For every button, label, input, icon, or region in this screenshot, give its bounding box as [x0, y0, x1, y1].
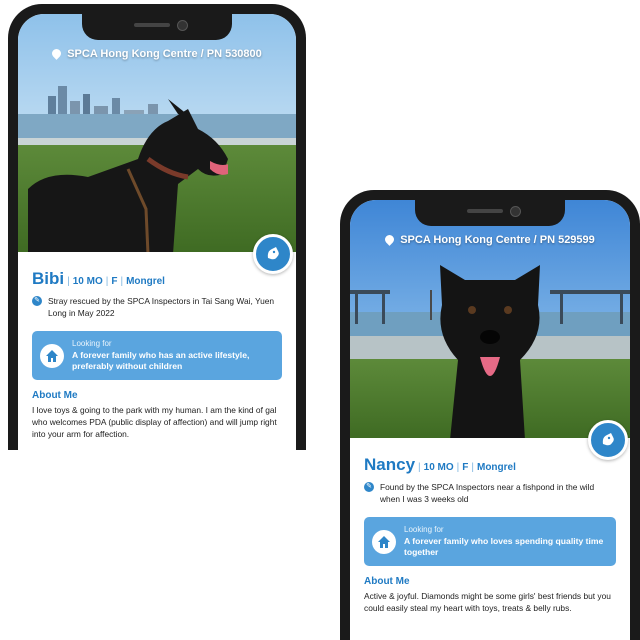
dog-badge-icon[interactable]	[588, 420, 628, 460]
about-text: I love toys & going to the park with my …	[32, 405, 277, 439]
phone-notch	[82, 14, 232, 40]
looking-for-label: Looking for	[404, 525, 444, 534]
location-pin-icon	[50, 47, 64, 60]
looking-for-text: A forever family who has an active lifes…	[72, 350, 250, 371]
profile-info-nancy: Nancy | 10 MO | F | Mongrel ✎ Found by the SPC…	[350, 455, 630, 614]
location-pin-icon	[383, 233, 397, 246]
looking-for-panel: Looking for A forever family who loves s…	[364, 517, 616, 566]
dog-photo-nancy: SPCA Hong Kong Centre / PN 529599	[350, 200, 630, 438]
screen-nancy: SPCA Hong Kong Centre / PN 529599 Nancy |…	[350, 200, 630, 640]
phone-notch	[415, 200, 565, 226]
dog-photo-bibi: SPCA Hong Kong Centre / PN 530800	[18, 14, 296, 252]
about-text: Active & joyful. Diamonds might be some …	[364, 591, 611, 613]
dog-sex: F	[111, 276, 118, 287]
rescue-info: ✎ Found by the SPCA Inspectors near a fi…	[364, 481, 616, 505]
dog-badge-icon[interactable]	[253, 234, 293, 274]
dog-age: 10 MO	[423, 462, 454, 473]
rescue-info: ✎ Stray rescued by the SPCA Inspectors i…	[32, 295, 282, 319]
location-text: SPCA Hong Kong Centre / PN 529599	[400, 234, 595, 246]
dog-nancy-image	[440, 265, 540, 438]
rescue-text: Stray rescued by the SPCA Inspectors in …	[48, 296, 275, 318]
phone-frame-nancy: SPCA Hong Kong Centre / PN 529599 Nancy |…	[340, 190, 640, 640]
looking-for-label: Looking for	[72, 339, 112, 348]
looking-for-panel: Looking for A forever family who has an …	[32, 331, 282, 380]
about-heading: About Me	[32, 390, 78, 401]
profile-info-bibi: Bibi | 10 MO | F | Mongrel ✎ Stray rescued by …	[18, 269, 296, 440]
dog-name: Bibi	[32, 269, 65, 288]
name-line: Bibi | 10 MO | F | Mongrel	[32, 269, 165, 288]
dog-breed: Mongrel	[126, 276, 165, 287]
rescue-info-icon: ✎	[364, 482, 374, 492]
rescue-text: Found by the SPCA Inspectors near a fish…	[380, 482, 595, 504]
rescue-info-icon: ✎	[32, 296, 42, 306]
dog-age: 10 MO	[72, 276, 103, 287]
dog-name: Nancy	[364, 455, 416, 474]
house-icon	[372, 529, 396, 554]
name-line: Nancy | 10 MO | F | Mongrel	[364, 455, 516, 474]
phone-frame-bibi: SPCA Hong Kong Centre / PN 530800 Bibi | 1…	[8, 4, 306, 450]
about-heading: About Me	[364, 576, 410, 587]
dog-bibi-image	[28, 99, 228, 252]
house-icon	[40, 343, 64, 368]
dog-sex: F	[462, 462, 469, 473]
dog-breed: Mongrel	[476, 462, 516, 473]
location-text: SPCA Hong Kong Centre / PN 530800	[67, 48, 262, 60]
location-header-bibi: SPCA Hong Kong Centre / PN 530800	[18, 47, 296, 60]
screen-bibi: SPCA Hong Kong Centre / PN 530800 Bibi | 1…	[18, 14, 296, 450]
looking-for-text: A forever family who loves spending qual…	[404, 536, 604, 557]
location-header-nancy: SPCA Hong Kong Centre / PN 529599	[350, 233, 630, 246]
